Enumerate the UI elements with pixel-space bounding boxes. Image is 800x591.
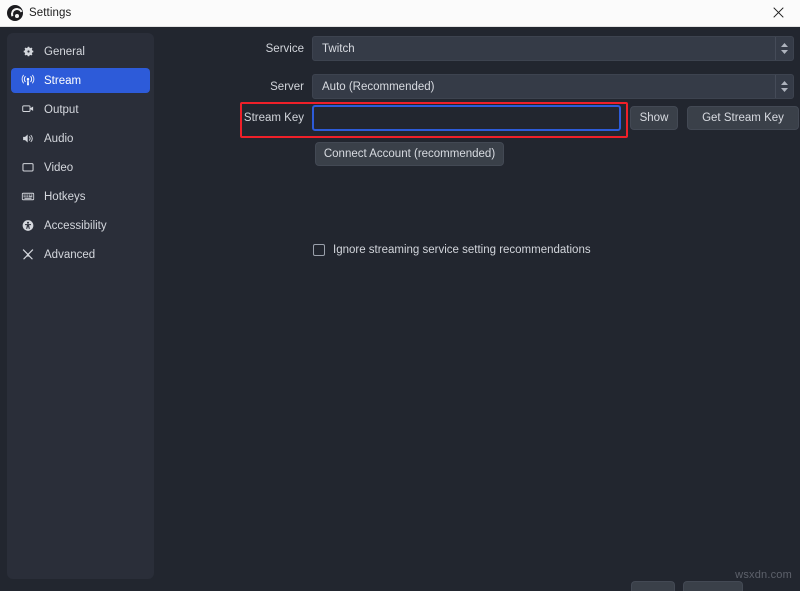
sidebar-item-label: Audio (44, 132, 74, 145)
stream-settings-pane: Service Twitch Server Auto (Recommended) (162, 33, 800, 591)
sidebar-item-advanced[interactable]: Advanced (11, 242, 150, 267)
obs-logo-icon (7, 5, 23, 21)
ignore-recommendations-row[interactable]: Ignore streaming service setting recomme… (313, 243, 591, 257)
output-screen-icon (19, 102, 37, 118)
show-button[interactable]: Show (630, 106, 678, 130)
server-value: Auto (Recommended) (322, 80, 435, 93)
show-button-label: Show (639, 112, 669, 124)
sidebar-item-hotkeys[interactable]: Hotkeys (11, 184, 150, 209)
accessibility-icon (19, 218, 37, 234)
spinner-arrows-icon[interactable] (775, 75, 793, 98)
sidebar-item-accessibility[interactable]: Accessibility (11, 213, 150, 238)
service-label: Service (265, 42, 304, 55)
sidebar-item-label: Accessibility (44, 219, 107, 232)
close-icon[interactable] (756, 0, 800, 25)
broadcast-icon (19, 73, 37, 89)
sidebar-item-label: General (44, 45, 85, 58)
ignore-recommendations-label: Ignore streaming service setting recomme… (333, 244, 591, 256)
server-label: Server (270, 80, 304, 93)
sidebar-item-label: Stream (44, 74, 82, 87)
gear-icon (19, 44, 37, 60)
settings-window: Settings General Stream Output Audio Vid… (0, 0, 800, 591)
window-title: Settings (29, 7, 72, 19)
service-value: Twitch (322, 42, 355, 55)
get-stream-key-label: Get Stream Key (702, 112, 784, 124)
dialog-button-right[interactable] (683, 581, 743, 591)
tools-icon (19, 247, 37, 263)
ignore-recommendations-checkbox[interactable] (313, 244, 325, 256)
sidebar-item-output[interactable]: Output (11, 97, 150, 122)
settings-sidebar: General Stream Output Audio Video Hotkey… (7, 33, 154, 579)
server-select[interactable]: Auto (Recommended) (312, 74, 794, 99)
service-row: Service Twitch (162, 36, 800, 61)
server-row: Server Auto (Recommended) (162, 74, 800, 99)
sidebar-item-general[interactable]: General (11, 39, 150, 64)
watermark: wsxdn.com (735, 569, 792, 581)
connect-account-label: Connect Account (recommended) (323, 148, 496, 160)
spinner-arrows-icon[interactable] (775, 37, 793, 60)
sidebar-item-label: Output (44, 103, 79, 116)
stream-key-label: Stream Key (243, 112, 304, 124)
get-stream-key-button[interactable]: Get Stream Key (687, 106, 799, 130)
sidebar-item-label: Hotkeys (44, 190, 86, 203)
keyboard-icon (19, 189, 37, 205)
stream-key-input[interactable] (312, 105, 621, 131)
sidebar-item-audio[interactable]: Audio (11, 126, 150, 151)
service-select[interactable]: Twitch (312, 36, 794, 61)
window-titlebar: Settings (0, 0, 800, 27)
sidebar-item-video[interactable]: Video (11, 155, 150, 180)
monitor-icon (19, 160, 37, 176)
sidebar-item-stream[interactable]: Stream (11, 68, 150, 93)
connect-account-button[interactable]: Connect Account (recommended) (315, 142, 504, 166)
stream-key-row: Stream Key Show Get Stream Key (162, 105, 800, 131)
dialog-button-left[interactable] (631, 581, 675, 591)
sidebar-item-label: Advanced (44, 248, 96, 261)
speaker-icon (19, 131, 37, 147)
sidebar-item-label: Video (44, 161, 74, 174)
